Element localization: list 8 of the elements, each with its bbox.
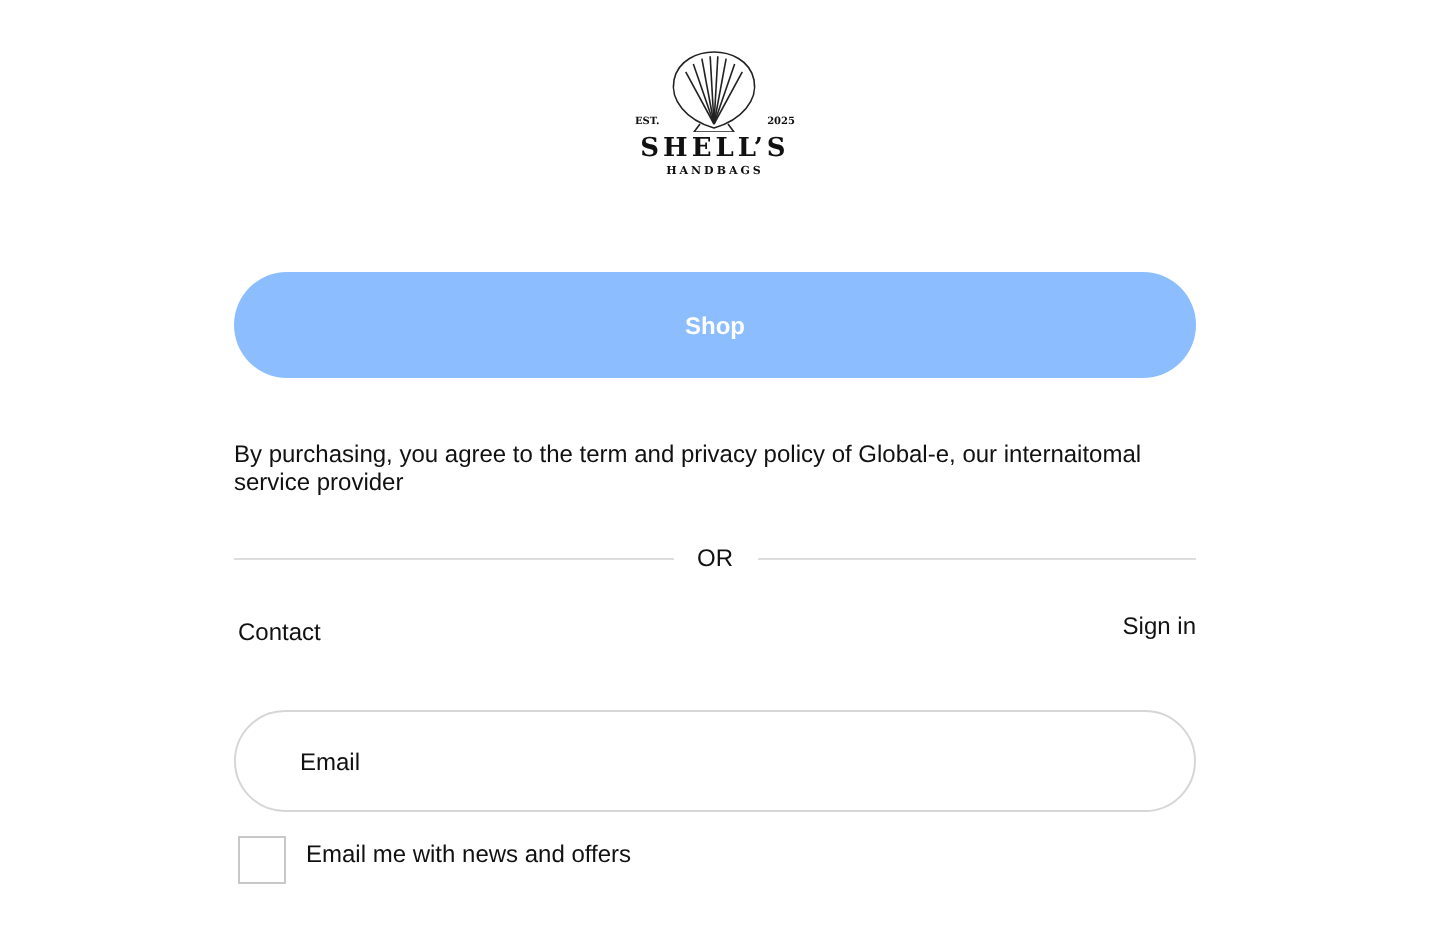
newsletter-label: Email me with news and offers <box>306 840 632 868</box>
notice-text: By purchasing, you agree to the term and privacy policy of Global-e, our internaitomal service provider <box>234 440 1144 496</box>
contact-heading: Contact <box>238 618 321 646</box>
logo-name: SHELL’S <box>640 136 790 164</box>
newsletter-checkbox[interactable] <box>238 836 286 884</box>
or-divider-label: OR <box>695 544 735 572</box>
email-field[interactable]: Email <box>234 710 1196 812</box>
sign-in-link[interactable]: Sign in <box>1122 612 1196 646</box>
